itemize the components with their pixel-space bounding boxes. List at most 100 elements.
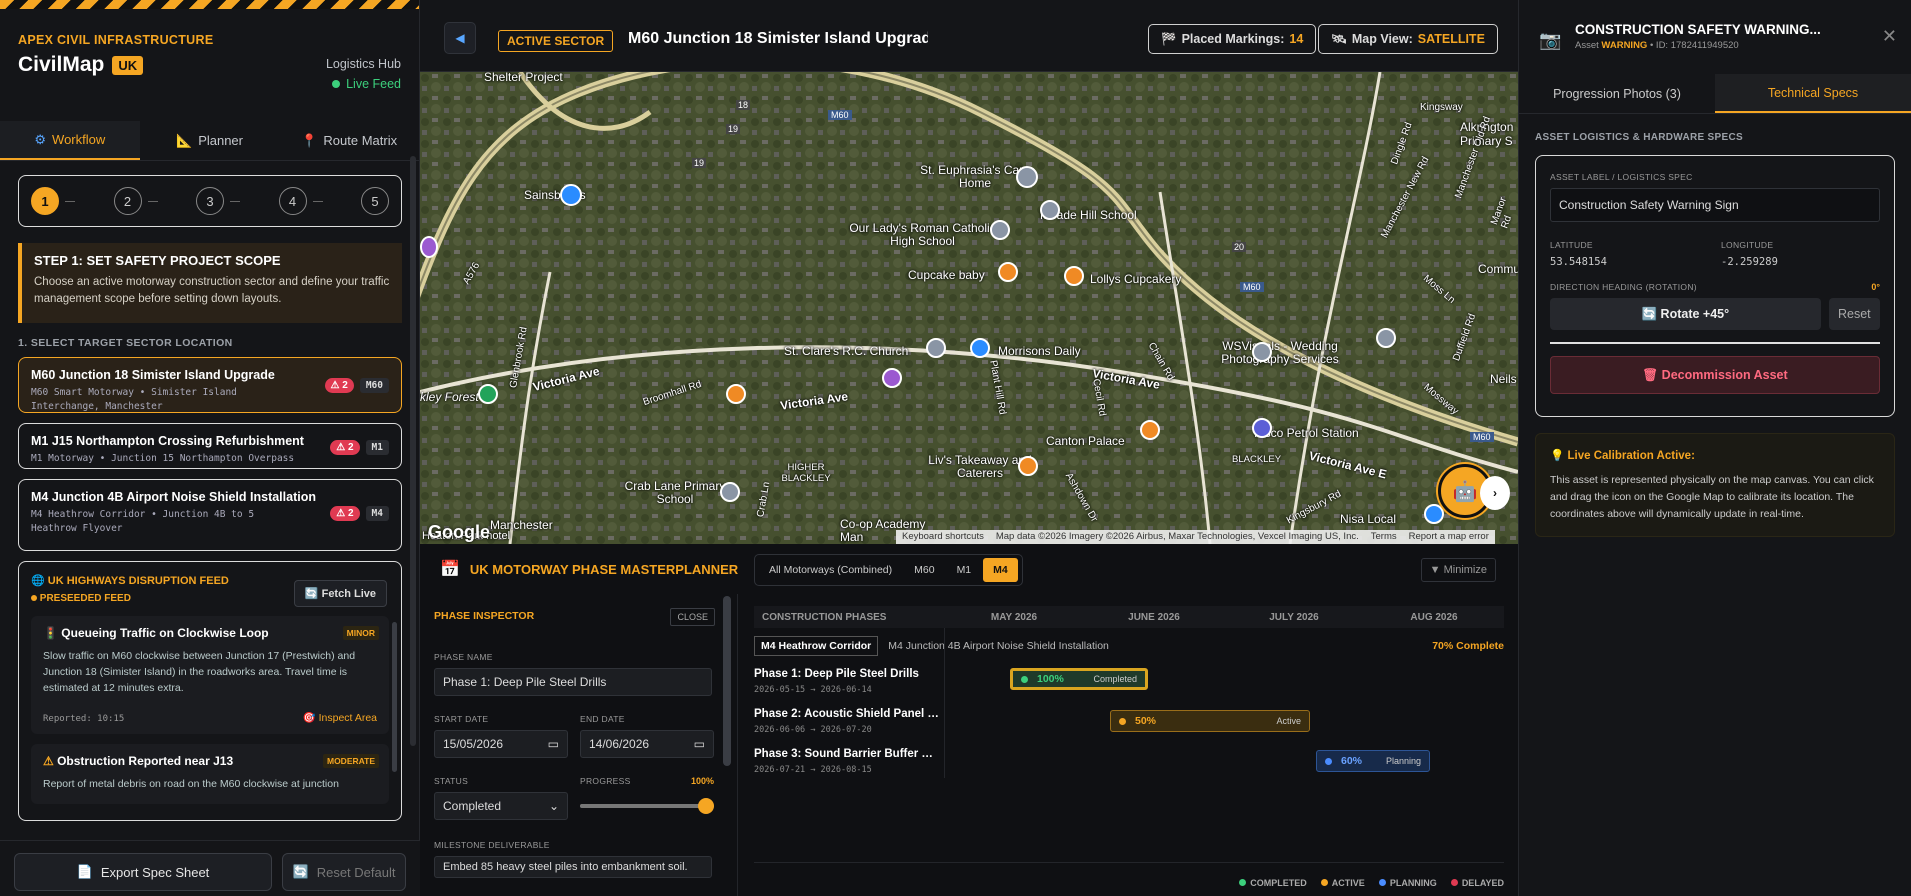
chevron-right-icon[interactable]: › bbox=[1480, 476, 1510, 510]
close-inspector-button[interactable]: CLOSE bbox=[670, 608, 715, 626]
keyboard-shortcuts-link[interactable]: Keyboard shortcuts bbox=[902, 531, 984, 543]
step-1[interactable]: 1 bbox=[31, 187, 75, 215]
step-5[interactable]: 5 bbox=[361, 187, 389, 215]
sector-card-m4[interactable]: M4 Junction 4B Airport Noise Shield Inst… bbox=[18, 479, 402, 551]
restaurant-pin-icon[interactable] bbox=[1064, 266, 1084, 286]
filter-m1[interactable]: M1 bbox=[947, 558, 982, 582]
school-pin-icon[interactable] bbox=[1376, 328, 1396, 348]
end-date-input[interactable]: 14/06/2026 ▭ bbox=[580, 730, 714, 758]
asset-label-input[interactable]: Construction Safety Warning Sign bbox=[1550, 188, 1880, 222]
tab-planner[interactable]: 📐 Planner bbox=[140, 121, 280, 160]
legend-label: DELAYED bbox=[1461, 878, 1504, 888]
sector-card-m60[interactable]: M60 Junction 18 Simister Island Upgrade … bbox=[18, 357, 402, 413]
church-pin-icon[interactable] bbox=[926, 338, 946, 358]
deliverable-input[interactable]: Embed 85 heavy steel piles into embankme… bbox=[434, 856, 712, 878]
tab-technical-specs[interactable]: Technical Specs bbox=[1715, 74, 1911, 113]
month-label: JUNE 2026 bbox=[1128, 611, 1180, 623]
map-label: HIGHER BLACKLEY bbox=[781, 462, 831, 484]
map-label: Duffield Rd bbox=[1451, 312, 1479, 363]
start-date-value: 15/05/2026 bbox=[443, 737, 504, 751]
motorway-code-badge: M1 bbox=[365, 440, 389, 455]
reset-heading-button[interactable]: Reset bbox=[1828, 298, 1880, 330]
start-date-label: START DATE bbox=[434, 714, 489, 724]
slider-thumb[interactable] bbox=[698, 798, 714, 814]
feed-scrollbar[interactable] bbox=[392, 622, 397, 772]
filter-all-motorways[interactable]: All Motorways (Combined) bbox=[759, 558, 902, 582]
terms-link[interactable]: Terms bbox=[1371, 531, 1397, 543]
close-icon[interactable]: ✕ bbox=[1882, 26, 1897, 47]
phase-name: Phase 2: Acoustic Shield Panel … bbox=[754, 708, 939, 720]
legend-active: ACTIVE bbox=[1320, 878, 1365, 888]
asset-header: 📷 CONSTRUCTION SAFETY WARNING... Asset W… bbox=[1519, 0, 1911, 74]
tab-workflow[interactable]: ⚙ Workflow bbox=[0, 121, 140, 160]
school-pin-icon[interactable] bbox=[990, 220, 1010, 240]
school-pin-icon[interactable] bbox=[720, 482, 740, 502]
map-view-toggle[interactable]: 🛰 Map View: SATELLITE bbox=[1318, 24, 1498, 54]
inspect-area-link[interactable]: 🎯 Inspect Area bbox=[303, 711, 377, 724]
care-home-pin-icon[interactable] bbox=[1016, 166, 1038, 188]
gantt-row-phase-2[interactable]: Phase 2: Acoustic Shield Panel … 2026-06… bbox=[754, 704, 1504, 744]
tab-route-matrix[interactable]: 📍 Route Matrix bbox=[279, 121, 419, 160]
worship-pin-icon[interactable] bbox=[420, 236, 438, 258]
start-date-input[interactable]: 15/05/2026 ▭ bbox=[434, 730, 568, 758]
gantt-row-phase-3[interactable]: Phase 3: Sound Barrier Buffer … 2026-07-… bbox=[754, 744, 1504, 784]
step-2[interactable]: 2 bbox=[113, 187, 158, 215]
legend-dot-icon bbox=[1320, 879, 1328, 886]
satellite-map[interactable]: Shelter Project Sainsbury's St. Euphrasi… bbox=[420, 72, 1518, 544]
shopping-pin-icon[interactable] bbox=[1424, 504, 1444, 524]
progress-slider[interactable] bbox=[580, 792, 714, 820]
report-error-link[interactable]: Report a map error bbox=[1409, 531, 1489, 543]
asset-label-title: ASSET LABEL / LOGISTICS SPEC bbox=[1550, 172, 1693, 182]
gantt-row-phase-1[interactable]: Phase 1: Deep Pile Steel Drills 2026-05-… bbox=[754, 664, 1504, 704]
map-label: Commu bbox=[1478, 262, 1518, 276]
map-label: Manchester New Rd bbox=[1379, 154, 1432, 241]
phase-bar[interactable]: 100% Completed bbox=[1010, 668, 1148, 690]
sector-title: M4 Junction 4B Airport Noise Shield Inst… bbox=[31, 490, 316, 504]
worship-pin-icon[interactable] bbox=[882, 368, 902, 388]
sector-card-m1[interactable]: M1 J15 Northampton Crossing Refurbishmen… bbox=[18, 423, 402, 469]
restaurant-pin-icon[interactable] bbox=[998, 262, 1018, 282]
business-pin-icon[interactable] bbox=[1252, 342, 1272, 362]
inspector-scrollbar[interactable] bbox=[723, 596, 731, 766]
step-3[interactable]: 3 bbox=[196, 187, 240, 215]
calendar-icon: ▭ bbox=[547, 737, 559, 751]
chevron-down-icon: ⌄ bbox=[548, 799, 559, 813]
step-4[interactable]: 4 bbox=[278, 187, 323, 215]
status-select[interactable]: Completed ⌄ bbox=[434, 792, 568, 820]
collapse-sidebar-button[interactable]: ◀ bbox=[444, 22, 476, 54]
park-pin-icon[interactable] bbox=[478, 384, 498, 404]
map-label: Cecil Rd bbox=[1090, 377, 1108, 418]
sidebar-scrollbar[interactable] bbox=[410, 156, 416, 746]
placed-markings-count: 14 bbox=[1289, 32, 1304, 46]
fuel-pin-icon[interactable] bbox=[1252, 418, 1272, 438]
filter-m60[interactable]: M60 bbox=[904, 558, 944, 582]
cafe-pin-icon[interactable] bbox=[726, 384, 746, 404]
feed-item[interactable]: ⚠ Obstruction Reported near J13 MODERATE… bbox=[31, 744, 389, 804]
school-pin-icon[interactable] bbox=[1040, 200, 1060, 220]
reset-default-button[interactable]: 🔄 Reset Default bbox=[282, 853, 406, 891]
gantt-phases-label: CONSTRUCTION PHASES bbox=[762, 611, 887, 623]
phase-bar[interactable]: 60% Planning bbox=[1316, 750, 1430, 772]
restaurant-pin-icon[interactable] bbox=[1018, 456, 1038, 476]
restaurant-pin-icon[interactable] bbox=[1140, 420, 1160, 440]
latitude-group: LATITUDE 53.548154 bbox=[1550, 240, 1721, 268]
date-fields: START DATE 15/05/2026 ▭ END DATE 14/06/2026… bbox=[434, 714, 723, 758]
motorway-code-badge: M60 bbox=[359, 378, 389, 393]
phase-name-input[interactable]: Phase 1: Deep Pile Steel Drills bbox=[434, 668, 712, 696]
motorway-shield: M60 bbox=[828, 110, 852, 120]
export-spec-button[interactable]: 📄 Export Spec Sheet bbox=[14, 853, 272, 891]
calendar-icon: 📅 bbox=[440, 561, 460, 578]
decommission-button[interactable]: 🗑 Decommission Asset bbox=[1550, 356, 1880, 394]
filter-m4[interactable]: M4 bbox=[983, 558, 1018, 582]
workflow-scroll-area[interactable]: 1 2 3 4 5 STEP 1: SET SAFETY PROJECT SCO… bbox=[0, 157, 420, 837]
minimize-button[interactable]: ▼ Minimize bbox=[1420, 558, 1496, 582]
globe-icon: 🌐 bbox=[31, 575, 48, 587]
feed-item[interactable]: 🚦 Queueing Traffic on Clockwise Loop MIN… bbox=[31, 616, 389, 734]
tab-progression-photos[interactable]: Progression Photos (3) bbox=[1519, 74, 1715, 113]
shopping-pin-icon[interactable] bbox=[970, 338, 990, 358]
fetch-live-button[interactable]: 🔄 Fetch Live bbox=[293, 580, 387, 607]
rotate-button[interactable]: 🔄 Rotate +45° bbox=[1550, 298, 1821, 330]
specs-section-label: ASSET LOGISTICS & HARDWARE SPECS bbox=[1535, 132, 1743, 143]
phase-bar[interactable]: 50% Active bbox=[1110, 710, 1310, 732]
shopping-pin-icon[interactable] bbox=[560, 184, 582, 206]
